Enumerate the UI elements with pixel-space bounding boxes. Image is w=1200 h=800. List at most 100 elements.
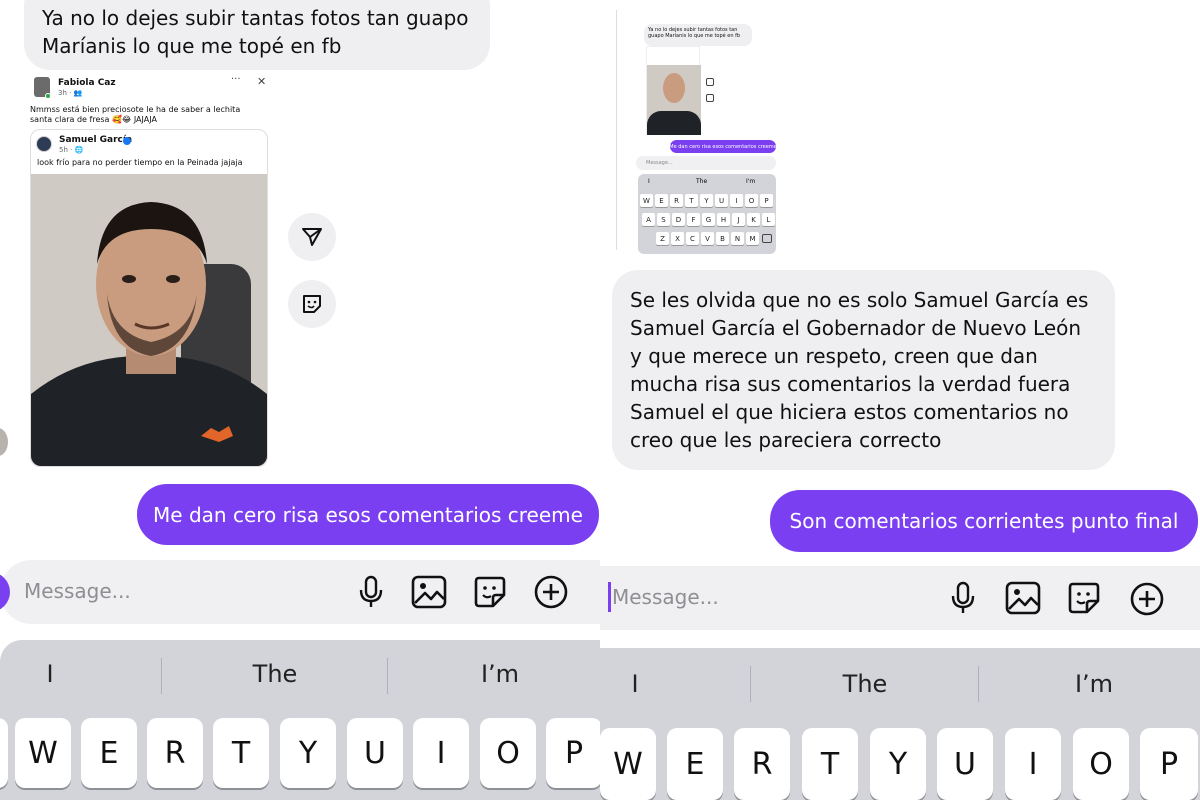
suggestion-1[interactable]: I xyxy=(0,660,100,688)
mini-incoming-text: Ya no lo dejes subir tantas fotos tan gu… xyxy=(648,27,741,39)
outgoing-message-text: Son comentarios corrientes punto final xyxy=(789,509,1179,533)
mini-key: I xyxy=(730,194,743,207)
key-w[interactable]: W xyxy=(600,728,656,800)
suggestion-2[interactable]: The xyxy=(195,660,355,688)
outgoing-message-bubble: Me dan cero risa esos comentarios creeme xyxy=(137,484,599,545)
mini-key: O xyxy=(745,194,758,207)
shared-post-frame: Samuel García 5h · 🌐 look frío para no p… xyxy=(30,129,268,467)
more-options-button[interactable] xyxy=(532,573,570,611)
more-icon[interactable]: ··· xyxy=(231,74,241,85)
key-w[interactable]: W xyxy=(15,718,71,788)
key-p[interactable]: P xyxy=(546,718,600,788)
outgoing-message-text: Me dan cero risa esos comentarios creeme xyxy=(153,502,583,527)
fb-post-meta: 3h · 👥 xyxy=(58,89,83,97)
incoming-message-bubble: Se les olvida que no es solo Samuel Garc… xyxy=(612,270,1115,470)
message-placeholder: Message... xyxy=(24,579,131,603)
mini-outgoing-text: Me dan cero risa esos comentarios creeme xyxy=(669,143,777,150)
mini-keyboard: I The I'm W E R T Y U I O P A S D F G H … xyxy=(638,174,776,254)
mini-key: C xyxy=(686,232,699,245)
incoming-message-text: Ya no lo dejes subir tantas fotos tan gu… xyxy=(42,6,469,58)
key-r[interactable]: R xyxy=(734,728,790,800)
shared-post-author: Samuel García xyxy=(59,135,133,145)
key-i[interactable]: I xyxy=(1005,728,1061,800)
mini-key: Y xyxy=(700,194,713,207)
mini-key: V xyxy=(701,232,714,245)
share-button[interactable] xyxy=(288,213,336,261)
message-input[interactable]: Message... xyxy=(612,585,719,609)
incoming-message-bubble: Ya no lo dejes subir tantas fotos tan gu… xyxy=(24,0,490,70)
gallery-button[interactable] xyxy=(1004,580,1042,616)
key-r[interactable]: R xyxy=(147,718,203,788)
keyboard: I The I’m W E R T Y U I O P xyxy=(600,648,1200,800)
key-q[interactable] xyxy=(0,718,8,788)
message-input[interactable]: Message... xyxy=(24,579,131,603)
microphone-icon xyxy=(951,581,975,613)
camera-button[interactable] xyxy=(0,572,10,612)
key-o[interactable]: O xyxy=(480,718,536,788)
mini-key: S xyxy=(657,213,670,226)
key-u[interactable]: U xyxy=(937,728,993,800)
mini-sticker-icon xyxy=(706,94,714,102)
mini-key: Z xyxy=(656,232,669,245)
mini-incoming-bubble: Ya no lo dejes subir tantas fotos tan gu… xyxy=(644,24,752,46)
more-options-button[interactable] xyxy=(1128,580,1166,618)
mini-key: E xyxy=(655,194,668,207)
close-icon[interactable]: ✕ xyxy=(257,75,266,88)
mini-divider-line xyxy=(616,10,617,250)
key-p[interactable]: P xyxy=(1140,728,1198,800)
send-arrow-icon xyxy=(302,228,322,246)
plus-circle-icon xyxy=(1130,582,1164,616)
sticker-button[interactable] xyxy=(1066,580,1102,616)
mini-key: A xyxy=(642,213,655,226)
shared-post-text: look frío para no perder tiempo en la Pe… xyxy=(37,158,243,167)
left-chat-screenshot: Ya no lo dejes subir tantas fotos tan gu… xyxy=(0,0,600,800)
suggestion-divider xyxy=(387,658,388,694)
suggestion-1[interactable]: I xyxy=(600,670,670,698)
mini-key: H xyxy=(717,213,730,226)
sticker-button[interactable] xyxy=(472,574,508,610)
mini-key: P xyxy=(760,194,773,207)
key-y[interactable]: Y xyxy=(870,728,926,800)
mini-key: G xyxy=(702,213,715,226)
key-e[interactable]: E xyxy=(667,728,723,800)
shared-avatar xyxy=(36,136,52,152)
key-y[interactable]: Y xyxy=(280,718,336,788)
sticker-icon xyxy=(1068,582,1100,614)
react-sticker-button[interactable] xyxy=(288,280,336,328)
image-icon xyxy=(1005,581,1041,615)
shared-facebook-post[interactable]: Fabiola Caz 3h · 👥 ··· ✕ Nmmss está bien… xyxy=(25,72,275,468)
key-e[interactable]: E xyxy=(81,718,137,788)
gallery-button[interactable] xyxy=(410,574,448,610)
key-t[interactable]: T xyxy=(802,728,858,800)
mini-key: U xyxy=(715,194,728,207)
mini-key: N xyxy=(731,232,744,245)
text-cursor xyxy=(608,582,611,612)
mini-composer: Message... xyxy=(636,156,776,170)
keyboard: I The I’m W E R T Y U I O P xyxy=(0,640,600,800)
suggestion-divider xyxy=(161,658,162,694)
sticker-icon xyxy=(474,576,506,608)
mini-key: D xyxy=(672,213,685,226)
suggestion-3[interactable]: I’m xyxy=(420,660,580,688)
mini-key: R xyxy=(670,194,683,207)
mini-chat-screenshot[interactable]: Ya no lo dejes subir tantas fotos tan gu… xyxy=(616,0,781,256)
mini-suggestion-1: I xyxy=(648,178,650,185)
key-t[interactable]: T xyxy=(213,718,269,788)
voice-button[interactable] xyxy=(354,574,388,610)
suggestion-2[interactable]: The xyxy=(785,670,945,698)
selfie-illustration xyxy=(31,174,267,466)
mini-key: M xyxy=(746,232,759,245)
selfie-photo[interactable] xyxy=(31,174,267,466)
key-u[interactable]: U xyxy=(347,718,403,788)
voice-button[interactable] xyxy=(946,580,980,616)
mini-key: T xyxy=(685,194,698,207)
fb-post-text: Nmmss está bien preciosote le ha de sabe… xyxy=(30,105,241,124)
suggestion-divider xyxy=(750,666,751,702)
verified-badge-icon xyxy=(123,137,131,145)
key-i[interactable]: I xyxy=(413,718,469,788)
key-o[interactable]: O xyxy=(1073,728,1129,800)
online-dot xyxy=(45,93,51,99)
fb-post-author: Fabiola Caz xyxy=(58,78,116,88)
suggestion-3[interactable]: I’m xyxy=(1014,670,1174,698)
mini-key: X xyxy=(671,232,684,245)
